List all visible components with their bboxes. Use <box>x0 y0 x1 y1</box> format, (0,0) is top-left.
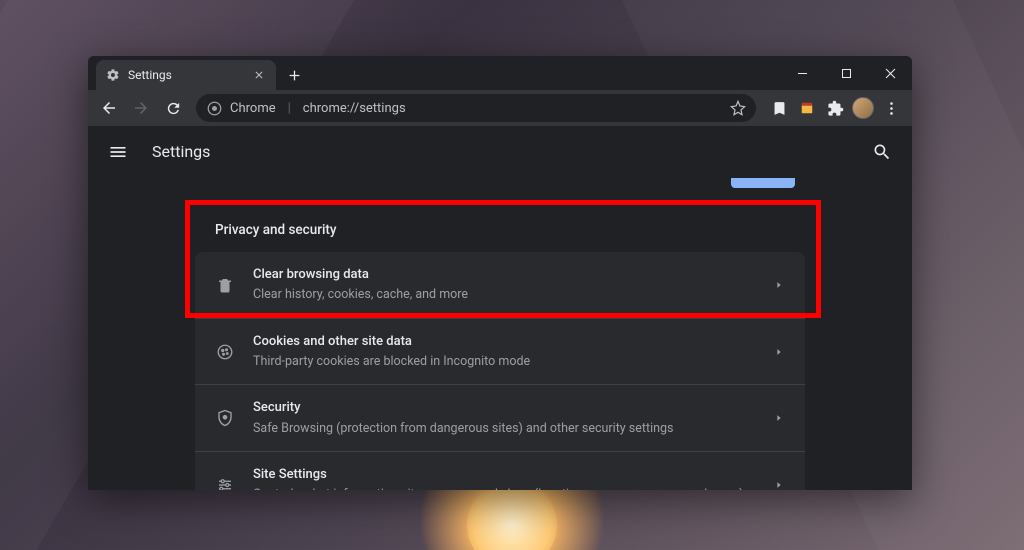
sliders-icon <box>215 475 235 490</box>
row-title: Cookies and other site data <box>253 333 755 351</box>
close-icon <box>885 68 896 79</box>
address-bar[interactable]: Chrome | chrome://settings <box>196 94 756 122</box>
maximize-button[interactable] <box>824 56 868 90</box>
row-clear-browsing-data[interactable]: Clear browsing data Clear history, cooki… <box>195 252 805 318</box>
page-title: Settings <box>152 142 210 161</box>
tab-title: Settings <box>128 68 244 82</box>
hamburger-icon <box>108 142 128 162</box>
titlebar: Settings <box>88 56 912 90</box>
plus-icon <box>288 69 301 82</box>
extension-1[interactable] <box>766 95 792 121</box>
tab-close-button[interactable] <box>252 68 266 82</box>
settings-header: Settings <box>88 126 912 178</box>
maximize-icon <box>841 68 852 79</box>
bookmark-tag-icon <box>771 100 788 117</box>
star-icon <box>730 100 746 116</box>
privacy-security-card: Clear browsing data Clear history, cooki… <box>195 252 805 490</box>
reload-button[interactable] <box>158 93 188 123</box>
cookie-icon <box>215 342 235 362</box>
previous-section-button-remnant <box>731 178 795 188</box>
scroll-area[interactable]: Privacy and security Clear browsing data… <box>88 178 912 490</box>
row-title: Site Settings <box>253 466 755 484</box>
extensions-area <box>764 95 906 121</box>
close-icon <box>254 70 264 80</box>
close-window-button[interactable] <box>868 56 912 90</box>
profile-button[interactable] <box>850 95 876 121</box>
dots-vertical-icon <box>883 100 900 117</box>
chevron-right-icon <box>773 346 785 358</box>
avatar <box>852 97 874 119</box>
chevron-right-icon <box>773 412 785 424</box>
gear-icon <box>106 68 120 82</box>
box-icon <box>798 99 816 117</box>
chrome-window: Settings <box>88 56 912 490</box>
new-tab-button[interactable] <box>280 61 308 89</box>
search-icon <box>872 142 892 162</box>
chevron-right-icon <box>773 279 785 291</box>
settings-content: Privacy and security Clear browsing data… <box>88 178 912 490</box>
row-site-settings[interactable]: Site Settings Controls what information … <box>195 451 805 490</box>
row-subtitle: Controls what information sites can use … <box>253 486 755 490</box>
row-security[interactable]: Security Safe Browsing (protection from … <box>195 384 805 451</box>
window-controls <box>780 56 912 90</box>
browser-toolbar: Chrome | chrome://settings <box>88 90 912 126</box>
chrome-icon <box>207 101 222 116</box>
extension-2[interactable] <box>794 95 820 121</box>
url-path: chrome://settings <box>303 101 406 116</box>
chevron-right-icon <box>773 479 785 490</box>
row-subtitle: Third-party cookies are blocked in Incog… <box>253 353 755 371</box>
minimize-button[interactable] <box>780 56 824 90</box>
minimize-icon <box>797 68 808 79</box>
row-title: Security <box>253 399 755 417</box>
site-info-button[interactable] <box>206 100 222 116</box>
forward-button[interactable] <box>126 93 156 123</box>
trash-icon <box>215 275 235 295</box>
row-subtitle: Clear history, cookies, cache, and more <box>253 286 755 304</box>
search-settings-button[interactable] <box>864 134 900 170</box>
extensions-button[interactable] <box>822 95 848 121</box>
url-label: Chrome <box>230 101 276 116</box>
section-title: Privacy and security <box>195 218 805 252</box>
bookmark-button[interactable] <box>730 100 746 116</box>
back-button[interactable] <box>94 93 124 123</box>
browser-tab[interactable]: Settings <box>96 60 276 90</box>
puzzle-icon <box>827 100 844 117</box>
reload-icon <box>165 100 182 117</box>
arrow-right-icon <box>132 99 150 117</box>
row-subtitle: Safe Browsing (protection from dangerous… <box>253 420 755 438</box>
row-cookies[interactable]: Cookies and other site data Third-party … <box>195 318 805 385</box>
arrow-left-icon <box>100 99 118 117</box>
row-title: Clear browsing data <box>253 266 755 284</box>
menu-button[interactable] <box>878 95 904 121</box>
shield-icon <box>215 408 235 428</box>
menu-toggle-button[interactable] <box>100 134 136 170</box>
